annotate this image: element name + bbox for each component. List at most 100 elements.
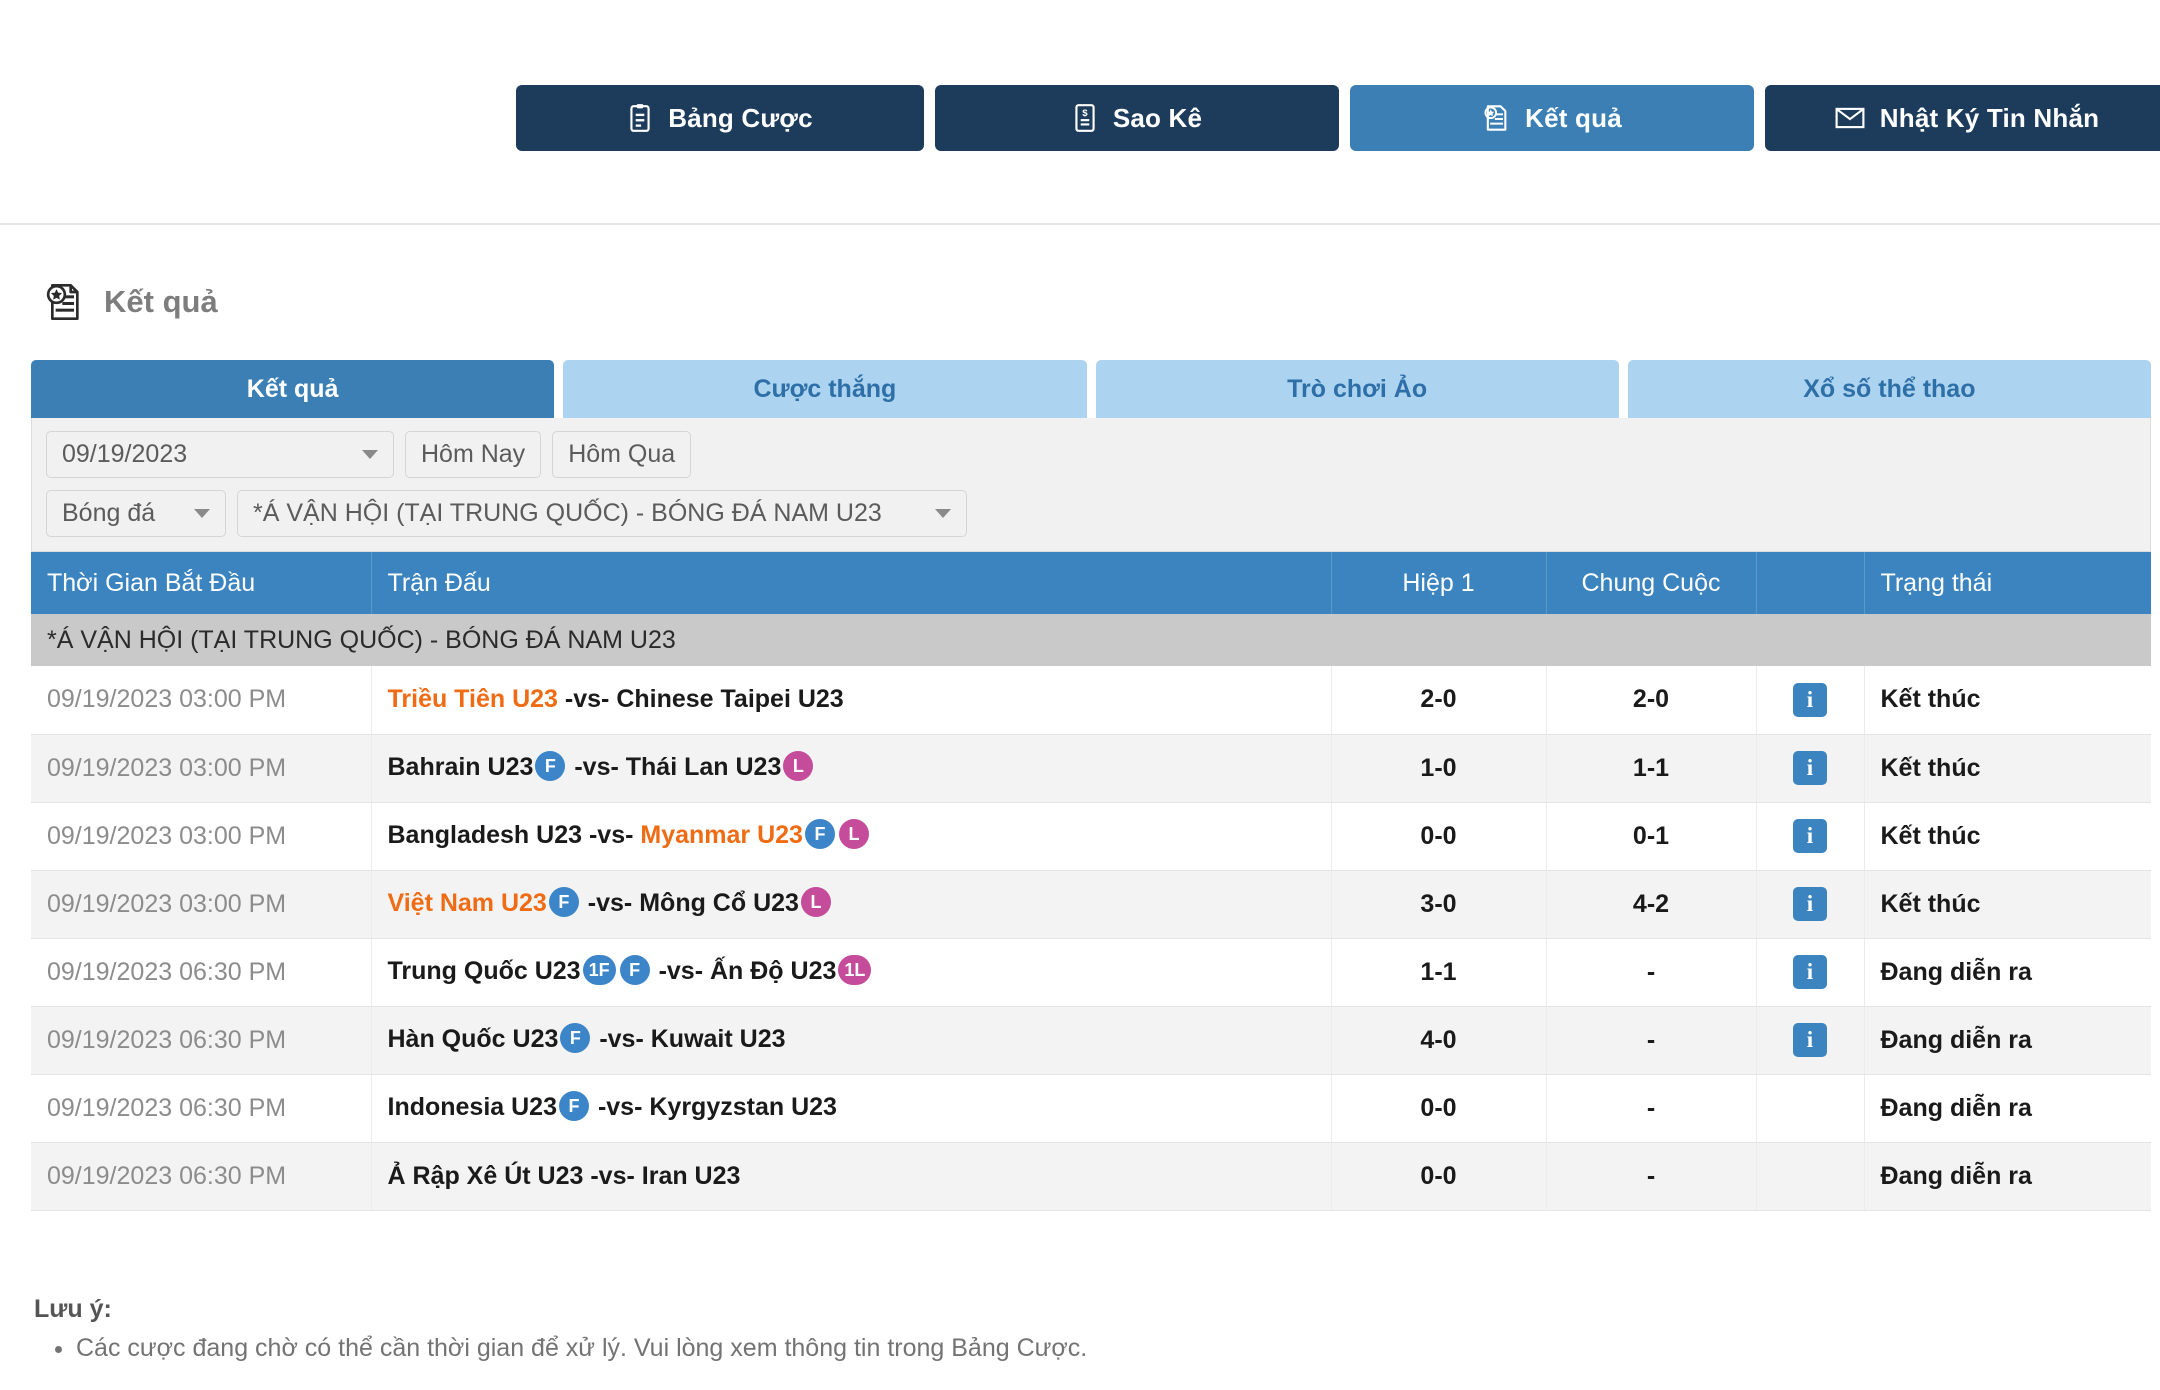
cell-status: Kết thúc [1864, 802, 2151, 871]
team-name-home: Bangladesh U23 [387, 820, 583, 849]
cell-half1-score: 2-0 [1331, 666, 1547, 735]
match-badge-f: F [804, 819, 835, 850]
cell-info [1756, 1074, 1865, 1143]
cell-info: i [1756, 802, 1865, 871]
cell-fulltime-score: 1-1 [1546, 734, 1757, 803]
cell-start-time: 09/19/2023 03:00 PM [31, 734, 372, 803]
cell-status: Kết thúc [1864, 870, 2151, 939]
info-icon[interactable]: i [1793, 819, 1827, 853]
tab-2[interactable]: Cược thắng [563, 360, 1087, 418]
team-name-home: Indonesia U23 [387, 1092, 558, 1121]
cell-status: Đang diễn ra [1864, 938, 2151, 1007]
tab-1[interactable]: Kết quả [31, 360, 555, 418]
vs-separator: -vs- [590, 1161, 635, 1190]
cell-half1-score: 1-0 [1331, 734, 1547, 803]
filter-bar: 09/19/2023 Hôm Nay Hôm Qua Bóng đá *Á VẬ… [31, 418, 2151, 552]
cell-match: Triều Tiên U23 -vs- Chinese Taipei U23 [371, 666, 1332, 735]
header-fulltime: Chung Cuộc [1546, 552, 1757, 614]
league-group-row: *Á VẬN HỘI (TẠI TRUNG QUỐC) - BÓNG ĐÁ NA… [31, 614, 2151, 666]
vs-separator: -vs- [574, 752, 619, 781]
team-name-away: Myanmar U23 [640, 820, 803, 849]
tab-label: Cược thắng [753, 374, 897, 403]
league-select[interactable]: *Á VẬN HỘI (TẠI TRUNG QUỐC) - BÓNG ĐÁ NA… [237, 490, 967, 537]
nav-button-3[interactable]: Kết quả [1350, 85, 1754, 151]
info-icon[interactable]: i [1793, 751, 1827, 785]
cell-start-time: 09/19/2023 06:30 PM [31, 1074, 372, 1143]
cell-match: Ả Rập Xê Út U23 -vs- Iran U23 [371, 1142, 1332, 1211]
vs-separator: -vs- [597, 1092, 643, 1121]
league-select-value: *Á VẬN HỘI (TẠI TRUNG QUỐC) - BÓNG ĐÁ NA… [253, 499, 882, 527]
cell-info: i [1756, 734, 1865, 803]
note-block: Lưu ý: Các cược đang chờ có thể cần thời… [34, 1295, 1834, 1363]
today-button[interactable]: Hôm Nay [405, 431, 542, 478]
cell-info: i [1756, 1006, 1865, 1075]
cell-fulltime-score: 4-2 [1546, 870, 1757, 939]
results-icon [1482, 103, 1510, 133]
info-icon[interactable]: i [1793, 1023, 1827, 1057]
filter-row-date: 09/19/2023 Hôm Nay Hôm Qua [46, 431, 2136, 478]
chevron-down-icon [935, 509, 951, 518]
cell-half1-score: 0-0 [1331, 802, 1547, 871]
table-row: 09/19/2023 06:30 PM Hàn Quốc U23 F -vs- Ku… [31, 1006, 2151, 1075]
tab-3[interactable]: Trò chơi Ảo [1095, 360, 1619, 418]
tab-label: Xổ số thể thao [1803, 374, 1976, 403]
match-badge-f: F [559, 1091, 589, 1122]
team-name-away: Mông Cổ U23 [639, 888, 799, 917]
match-badge-l: L [838, 819, 869, 850]
clipboard-icon [627, 103, 653, 133]
vs-separator: -vs- [588, 820, 634, 849]
nav-button-1[interactable]: Bảng Cược [516, 85, 924, 151]
cell-half1-score: 4-0 [1331, 1006, 1547, 1075]
team-name-home: Hàn Quốc U23 [387, 1024, 559, 1053]
vs-separator: -vs- [564, 685, 610, 714]
sport-select[interactable]: Bóng đá [46, 490, 226, 537]
vs-separator: -vs- [587, 888, 633, 917]
team-name-home: Việt Nam U23 [387, 888, 547, 917]
league-group-label: *Á VẬN HỘI (TẠI TRUNG QUỐC) - BÓNG ĐÁ NA… [31, 614, 2151, 666]
cell-half1-score: 3-0 [1331, 870, 1547, 939]
tab-4[interactable]: Xổ số thể thao [1627, 360, 2151, 418]
cell-match: Indonesia U23 F -vs- Kyrgyzstan U23 [371, 1074, 1332, 1143]
cell-info [1756, 1142, 1865, 1211]
info-icon[interactable]: i [1793, 887, 1827, 921]
cell-fulltime-score: - [1546, 938, 1757, 1007]
chevron-down-icon [362, 450, 378, 459]
date-select[interactable]: 09/19/2023 [46, 431, 394, 478]
match-badge-f: F [619, 955, 650, 986]
nav-button-4[interactable]: Nhật Ký Tin Nhắn [1765, 85, 2160, 151]
cell-status: Đang diễn ra [1864, 1142, 2151, 1211]
nav-button-2[interactable]: $ Sao Kê [935, 85, 1339, 151]
top-nav-button-group: Bảng Cược $ Sao Kê Kết quả Nhật Ký Tin Nhắn [516, 85, 2160, 151]
cell-fulltime-score: - [1546, 1142, 1757, 1211]
results-table: Thời Gian Bắt Đầu Trận Đấu Hiệp 1 Chung … [31, 552, 2151, 1211]
table-row: 09/19/2023 03:00 PM Triều Tiên U23 -vs- C… [31, 666, 2151, 735]
note-list: Các cược đang chờ có thể cần thời gian đ… [34, 1334, 1834, 1363]
info-icon[interactable]: i [1793, 682, 1827, 717]
cell-status: Đang diễn ra [1864, 1006, 2151, 1075]
statement-icon: $ [1072, 103, 1098, 133]
cell-start-time: 09/19/2023 06:30 PM [31, 1006, 372, 1075]
date-select-value: 09/19/2023 [62, 440, 188, 468]
table-row: 09/19/2023 03:00 PM Bangladesh U23 -vs- M… [31, 802, 2151, 871]
tab-label: Kết quả [246, 374, 339, 403]
cell-half1-score: 0-0 [1331, 1074, 1547, 1143]
cell-start-time: 09/19/2023 06:30 PM [31, 1142, 372, 1211]
note-item: Các cược đang chờ có thể cần thời gian đ… [76, 1334, 1834, 1363]
cell-fulltime-score: - [1546, 1006, 1757, 1075]
cell-status: Kết thúc [1864, 734, 2151, 803]
table-row: 09/19/2023 03:00 PM Bahrain U23 F -vs- Thá… [31, 734, 2151, 803]
info-icon[interactable]: i [1793, 955, 1827, 989]
table-row: 09/19/2023 06:30 PM Indonesia U23 F -vs- K… [31, 1074, 2151, 1143]
nav-button-label: Kết quả [1525, 102, 1622, 133]
cell-half1-score: 1-1 [1331, 938, 1547, 1007]
header-info [1756, 552, 1865, 614]
team-name-away: Chinese Taipei U23 [616, 685, 844, 714]
team-name-home: Bahrain U23 [387, 752, 534, 781]
vs-separator: -vs- [599, 1024, 644, 1053]
table-row: 09/19/2023 06:30 PM Trung Quốc U23 1F F -vs… [31, 938, 2151, 1007]
cell-status: Kết thúc [1864, 666, 2151, 735]
cell-info: i [1756, 666, 1865, 735]
page-title: Kết quả [104, 284, 218, 319]
match-badge-f: F [535, 751, 566, 782]
yesterday-button[interactable]: Hôm Qua [552, 431, 692, 478]
